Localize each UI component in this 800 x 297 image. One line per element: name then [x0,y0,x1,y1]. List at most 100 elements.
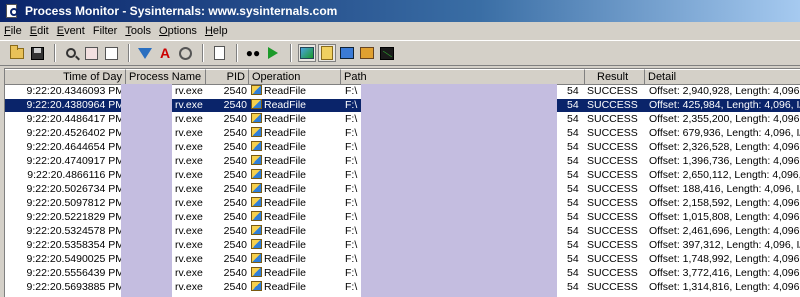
cell-path-tail-text: 54 [567,141,579,153]
cell-operation-text: ReadFile [264,169,307,181]
cell-operation: ReadFile [249,155,341,168]
column-header-row: Time of Day Process Name PID Operation P… [5,69,800,85]
cell-operation: ReadFile [249,183,341,196]
column-header-process[interactable]: Process Name [126,69,206,85]
cell-pid: 2540 [206,113,249,126]
file-system-icon [251,127,262,137]
cell-pid-text: 2540 [223,183,247,195]
cell-process-name-text: rv.exe [175,225,203,237]
column-header-time[interactable]: Time of Day [5,69,126,85]
cell-result-text: SUCCESS [587,225,638,237]
menu-edit[interactable]: Edit [30,25,49,37]
menu-file[interactable]: File [4,25,22,37]
file-system-icon [251,169,262,179]
cell-time: 9:22:20.5324578 PM [5,225,126,238]
cell-detail-text: Offset: 3,772,416, Length: 4,096, I [649,267,800,279]
toolbar: A ●● [0,40,800,66]
file-system-icon [251,155,262,165]
registry-activity-icon[interactable] [298,44,316,62]
clear-icon[interactable] [102,44,120,62]
cell-time: 9:22:20.5490025 PM [5,253,126,266]
cell-time-text: 9:22:20.5026734 PM [26,183,125,195]
cell-path-tail: 54 [565,141,583,154]
cell-pid-text: 2540 [223,197,247,209]
cell-pid: 2540 [206,225,249,238]
cell-process-name-text: rv.exe [175,183,203,195]
jump-icon[interactable] [264,44,282,62]
column-header-path[interactable]: Path [341,69,585,85]
cell-result-text: SUCCESS [587,267,638,279]
cell-path-text: F:\ [345,113,358,125]
redacted-process-name [121,84,172,297]
cell-path-tail: 54 [565,281,583,294]
cell-operation: ReadFile [249,85,341,98]
cell-path-tail-text: 54 [567,239,579,251]
cell-path-tail: 54 [565,253,583,266]
cell-result: SUCCESS [585,253,645,266]
cell-process-name-text: rv.exe [175,127,203,139]
cell-result-text: SUCCESS [587,99,638,111]
process-tree-icon[interactable] [210,44,228,62]
menu-tools[interactable]: Tools [125,25,151,37]
open-icon[interactable] [8,44,26,62]
cell-detail: Offset: 397,312, Length: 4,096, I/O [647,239,800,252]
profiling-activity-icon[interactable] [378,44,396,62]
cell-time: 9:22:20.5693885 PM [5,281,126,294]
menu-options[interactable]: Options [159,25,197,37]
process-activity-icon[interactable] [358,44,376,62]
menu-help[interactable]: Help [205,25,228,37]
process-monitor-icon [4,3,20,19]
file-activity-icon[interactable] [318,44,336,62]
cell-detail: Offset: 1,748,992, Length: 4,096, I [647,253,800,266]
cell-path-text: F:\ [345,155,358,167]
column-header-result[interactable]: Result [585,69,645,85]
cell-operation: ReadFile [249,225,341,238]
cell-path-text: F:\ [345,239,358,251]
column-header-pid[interactable]: PID [206,69,249,85]
cell-time: 9:22:20.4526402 PM [5,127,126,140]
cell-path-text: F:\ [345,253,358,265]
column-header-detail[interactable]: Detail [645,69,800,85]
cell-operation-text: ReadFile [264,99,307,111]
cell-path-tail-text: 54 [567,99,579,111]
toolbar-separator [290,44,292,62]
cell-pid-text: 2540 [223,267,247,279]
cell-pid-text: 2540 [223,253,247,265]
cell-pid: 2540 [206,183,249,196]
cell-detail: Offset: 3,772,416, Length: 4,096, I [647,267,800,280]
cell-operation-text: ReadFile [264,211,307,223]
cell-time: 9:22:20.4486417 PM [5,113,126,126]
target-icon[interactable] [176,44,194,62]
file-system-icon [251,225,262,235]
network-activity-icon[interactable] [338,44,356,62]
cell-detail: Offset: 1,015,808, Length: 4,096, I [647,211,800,224]
cell-process-name-text: rv.exe [175,155,203,167]
cell-path-tail: 54 [565,113,583,126]
capture-icon[interactable] [62,44,80,62]
cell-operation-text: ReadFile [264,85,307,97]
cell-path-tail: 54 [565,239,583,252]
filter-icon[interactable] [136,44,154,62]
cell-result: SUCCESS [585,113,645,126]
menu-filter[interactable]: Filter [93,25,117,37]
cell-path-tail: 54 [565,211,583,224]
cell-pid: 2540 [206,211,249,224]
cell-pid: 2540 [206,127,249,140]
autoscroll-icon[interactable] [82,44,100,62]
cell-operation-text: ReadFile [264,183,307,195]
cell-pid-text: 2540 [223,169,247,181]
cell-result: SUCCESS [585,141,645,154]
save-icon[interactable] [28,44,46,62]
column-header-operation[interactable]: Operation [249,69,341,85]
menu-event[interactable]: Event [57,25,85,37]
cell-result: SUCCESS [585,197,645,210]
find-icon[interactable]: ●● [244,44,262,62]
cell-detail-text: Offset: 679,936, Length: 4,096, I/O [649,127,800,139]
cell-operation-text: ReadFile [264,197,307,209]
cell-operation: ReadFile [249,141,341,154]
cell-pid: 2540 [206,281,249,294]
cell-detail: Offset: 188,416, Length: 4,096, I/O [647,183,800,196]
file-system-icon [251,183,262,193]
cell-time-text: 9:22:20.5556439 PM [26,267,125,279]
highlight-icon[interactable]: A [156,44,174,62]
